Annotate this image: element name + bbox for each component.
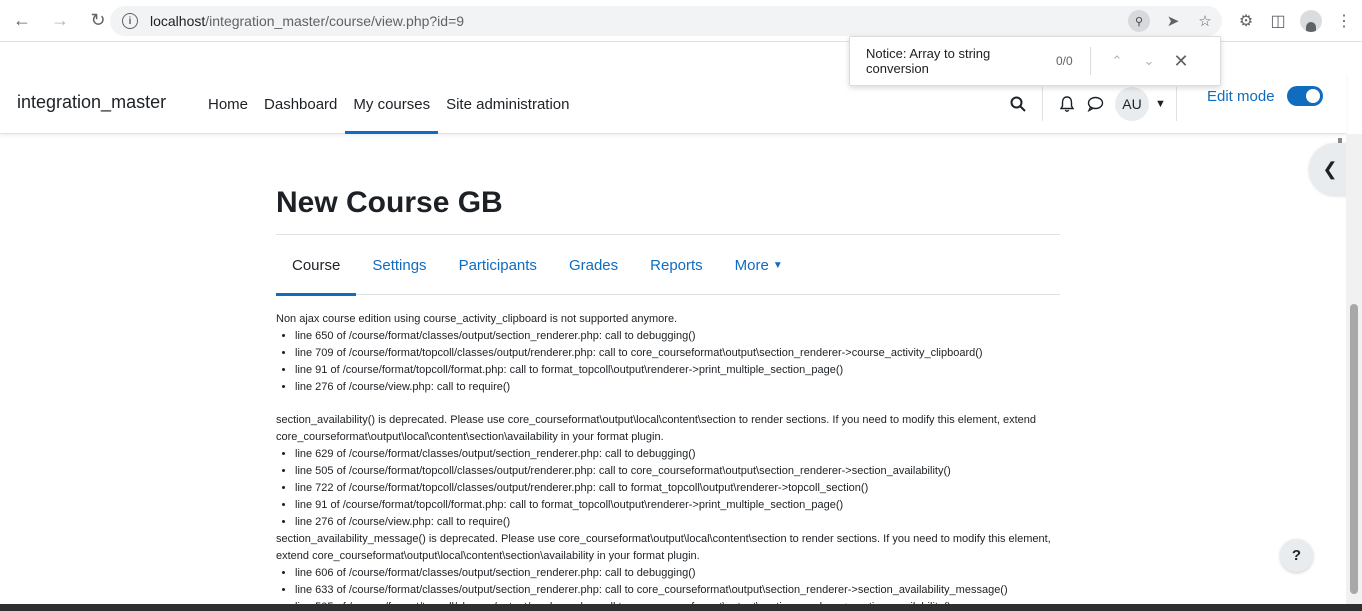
os-taskbar <box>0 604 1362 611</box>
tab-grades[interactable]: Grades <box>553 235 634 295</box>
tab-settings[interactable]: Settings <box>356 235 442 295</box>
close-icon[interactable]: ✕ <box>1165 45 1197 77</box>
main-content: New Course GB Course Settings Participan… <box>276 134 1060 611</box>
edit-mode-label[interactable]: Edit mode <box>1207 88 1275 105</box>
nav-item-my-courses[interactable]: My courses <box>345 74 438 134</box>
tab-reports[interactable]: Reports <box>634 235 719 295</box>
search-icon[interactable] <box>1004 90 1032 118</box>
edit-mode-switch[interactable]: Edit mode <box>1207 86 1323 106</box>
extensions-icon[interactable]: ⚙ <box>1236 11 1256 31</box>
trace-line: line 91 of /course/format/topcoll/format… <box>295 362 1060 379</box>
site-brand[interactable]: integration_master <box>17 92 166 113</box>
scrollbar-thumb[interactable] <box>1350 304 1358 594</box>
send-icon[interactable]: ➤ <box>1164 12 1182 30</box>
bell-icon[interactable] <box>1053 90 1081 118</box>
info-icon[interactable]: i <box>122 13 138 29</box>
debug-message: section_availability() is deprecated. Pl… <box>276 414 1037 443</box>
back-icon[interactable]: ← <box>6 5 38 37</box>
debug-block: section_availability_message() is deprec… <box>276 531 1060 611</box>
url-text[interactable]: localhost/integration_master/course/view… <box>150 13 464 29</box>
avatar[interactable]: AU <box>1115 87 1149 121</box>
page-scrollbar[interactable] <box>1346 134 1362 604</box>
trace-line: line 505 of /course/format/topcoll/class… <box>295 463 1060 480</box>
secondary-navigation: Course Settings Participants Grades Repo… <box>276 234 1060 296</box>
page-title: New Course GB <box>276 186 503 219</box>
nav-item-dashboard[interactable]: Dashboard <box>256 74 345 134</box>
chevron-up-icon[interactable]: ⌃ <box>1101 45 1133 77</box>
primary-navigation: Home Dashboard My courses Site administr… <box>200 74 578 134</box>
debug-output: Non ajax course edition using course_act… <box>276 311 1060 611</box>
message-icon[interactable] <box>1081 90 1109 118</box>
profile-icon[interactable] <box>1300 10 1322 32</box>
debug-trace: line 629 of /course/format/classes/outpu… <box>295 446 1060 531</box>
nav-item-home[interactable]: Home <box>200 74 256 134</box>
tab-participants[interactable]: Participants <box>443 235 553 295</box>
trace-line: line 606 of /course/format/classes/outpu… <box>295 565 1060 582</box>
trace-line: line 709 of /course/format/topcoll/class… <box>295 345 1060 362</box>
trace-line: line 91 of /course/format/topcoll/format… <box>295 497 1060 514</box>
debug-trace: line 650 of /course/format/classes/outpu… <box>295 328 1060 396</box>
nav-item-site-administration[interactable]: Site administration <box>438 74 577 134</box>
find-divider <box>1090 47 1091 75</box>
find-bar: Notice: Array to string conversion 0/0 ⌃… <box>849 36 1221 86</box>
trace-line: line 722 of /course/format/topcoll/class… <box>295 480 1060 497</box>
address-bar[interactable]: i localhost/integration_master/course/vi… <box>110 6 1222 36</box>
tab-course[interactable]: Course <box>276 235 357 296</box>
star-icon[interactable]: ☆ <box>1196 12 1214 30</box>
debug-message: Non ajax course edition using course_act… <box>276 313 678 325</box>
lens-icon[interactable]: ⚲ <box>1128 10 1150 32</box>
chevron-down-icon[interactable]: ⌄ <box>1133 45 1165 77</box>
chevron-down-icon[interactable]: ▼ <box>773 260 783 271</box>
navbar-divider <box>1042 87 1043 121</box>
help-button[interactable]: ? <box>1280 539 1313 572</box>
debug-block: section_availability() is deprecated. Pl… <box>276 412 1060 531</box>
chevron-down-icon[interactable]: ▼ <box>1155 98 1166 110</box>
sidepanel-icon[interactable]: ◫ <box>1268 11 1288 31</box>
forward-icon[interactable]: → <box>44 5 76 37</box>
chevron-left-icon[interactable]: ❮ <box>1309 143 1351 195</box>
tab-more[interactable]: More ▼ <box>719 235 799 295</box>
edit-mode-toggle[interactable] <box>1286 86 1323 106</box>
trace-line: line 633 of /course/format/classes/outpu… <box>295 582 1060 599</box>
trace-line: line 276 of /course/view.php: call to re… <box>295 379 1060 396</box>
tab-more-label[interactable]: More <box>735 257 769 274</box>
trace-line: line 276 of /course/view.php: call to re… <box>295 514 1060 531</box>
trace-line: line 629 of /course/format/classes/outpu… <box>295 446 1060 463</box>
find-count: 0/0 <box>1056 54 1073 68</box>
debug-block: Non ajax course edition using course_act… <box>276 311 1060 396</box>
trace-line: line 650 of /course/format/classes/outpu… <box>295 328 1060 345</box>
find-input[interactable]: Notice: Array to string conversion <box>866 46 1056 76</box>
navbar-divider <box>1175 87 1177 121</box>
debug-message: section_availability_message() is deprec… <box>276 533 1051 562</box>
menu-icon[interactable]: ⋮ <box>1334 11 1354 31</box>
